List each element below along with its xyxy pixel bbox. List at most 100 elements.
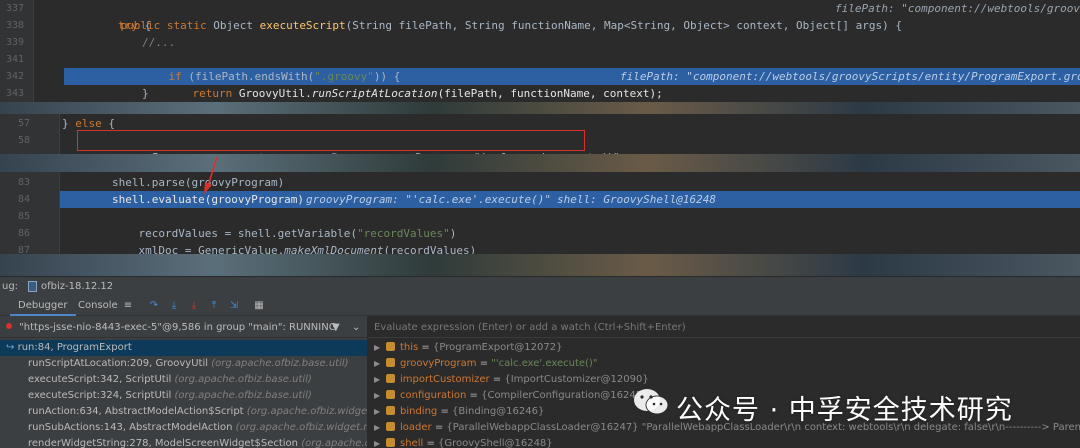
code-line-339[interactable]: //... bbox=[142, 34, 175, 51]
frames-panel: "https-jsse-nio-8443-exec-5"@9,586 in gr… bbox=[0, 316, 368, 448]
filter-icon[interactable]: ▼ bbox=[332, 318, 340, 338]
frame-package: (org.apache.ofbiz.base.util) bbox=[211, 358, 349, 369]
watermark-text: 公众号 · 中孚安全技术研究 bbox=[676, 395, 1013, 426]
line-number: 86 bbox=[17, 228, 30, 239]
background-strip bbox=[0, 102, 1080, 114]
frame-row[interactable]: renderWidgetString:278, ModelScreenWidge… bbox=[0, 436, 367, 448]
code-line-85[interactable]: recordValues = shell.getVariable("record… bbox=[112, 208, 457, 240]
tab-console[interactable]: Console bbox=[70, 296, 126, 316]
variable-row[interactable]: ▶ importCustomizer = {ImportCustomizer@12… bbox=[368, 372, 1080, 388]
editor-panel-script-util: 337 338 339 341 342 343 public static Ob… bbox=[0, 0, 1080, 102]
variable-value: {ImportCustomizer@12090} bbox=[504, 374, 649, 385]
frame-row[interactable]: runScriptAtLocation:209, GroovyUtil (org… bbox=[0, 356, 367, 372]
expand-arrow-icon[interactable]: ▶ bbox=[374, 356, 382, 372]
run-config-icon bbox=[28, 281, 37, 292]
frame-name: renderWidgetString:278, ModelScreenWidge… bbox=[28, 438, 298, 448]
session-prefix: ug: bbox=[2, 281, 19, 292]
variables-panel: Evaluate expression (Enter) or add a wat… bbox=[368, 316, 1080, 448]
field-icon bbox=[386, 438, 395, 447]
chevron-down-icon[interactable]: ⌄ bbox=[352, 318, 360, 338]
background-strip bbox=[0, 154, 1080, 172]
frame-row[interactable]: ↪ run:84, ProgramExport bbox=[0, 340, 367, 356]
frame-row[interactable]: runAction:634, AbstractModelAction$Scrip… bbox=[0, 404, 367, 420]
code-line-341[interactable]: if (filePath.endsWith(".groovy")) { bbox=[142, 51, 401, 83]
editor-panel-program-export: 57 58 } else { groovyProgram = parameter… bbox=[0, 114, 1080, 154]
expand-arrow-icon[interactable]: ▶ bbox=[374, 420, 382, 436]
debug-session-tab[interactable]: ofbiz-18.12.12 bbox=[41, 281, 113, 292]
code-line-86[interactable]: xmlDoc = GenericValue.makeXmlDocument(re… bbox=[112, 225, 477, 254]
frame-name: executeScript:342, ScriptUtil bbox=[28, 374, 172, 385]
variable-row[interactable]: ▶ this = {ProgramExport@12072} bbox=[368, 340, 1080, 356]
annotation-box bbox=[77, 130, 585, 151]
frame-name: runAction:634, AbstractModelAction$Scrip… bbox=[28, 406, 244, 417]
debug-session-bar: ug: ofbiz-18.12.12 bbox=[0, 276, 1080, 296]
line-number: 338 bbox=[5, 20, 24, 31]
variable-row[interactable]: ▶ shell = {GroovyShell@16248} bbox=[368, 436, 1080, 448]
frame-package: (org.apache.ofbiz.base.util) bbox=[174, 374, 312, 385]
variable-value: "'calc.exe'.execute()" bbox=[491, 358, 598, 369]
expand-arrow-icon[interactable]: ▶ bbox=[374, 436, 382, 448]
expand-arrow-icon[interactable]: ▶ bbox=[374, 404, 382, 420]
variable-value: {CompilerConfiguration@16245} bbox=[481, 390, 649, 401]
inline-value-hint: shell: GroovyShell@16248 bbox=[557, 193, 716, 206]
tab-debugger[interactable]: Debugger bbox=[10, 296, 76, 316]
step-out-icon[interactable]: ⤒ bbox=[207, 299, 221, 313]
code-line-83[interactable]: shell.parse(groovyProgram) bbox=[112, 174, 284, 191]
frames-menu-icon[interactable]: ≡ bbox=[121, 299, 135, 313]
frame-name: run:84, ProgramExport bbox=[17, 342, 132, 353]
frame-name: runScriptAtLocation:209, GroovyUtil bbox=[28, 358, 208, 369]
step-over-icon[interactable]: ↷ bbox=[147, 299, 161, 313]
frame-package: (org.apache.ofbiz.widg bbox=[301, 438, 367, 448]
field-icon bbox=[386, 342, 395, 351]
step-into-icon[interactable]: ⤓ bbox=[167, 299, 181, 313]
inline-value-hint: filePath: "component://webtools/groovySc… bbox=[620, 70, 1080, 83]
line-number: 83 bbox=[17, 177, 30, 188]
variable-value: {Binding@16246} bbox=[452, 406, 545, 417]
field-icon bbox=[386, 406, 395, 415]
expand-arrow-icon[interactable]: ▶ bbox=[374, 388, 382, 404]
frame-package: (org.apache.ofbiz.widget.model) bbox=[246, 406, 368, 417]
frame-row[interactable]: executeScript:324, ScriptUtil (org.apach… bbox=[0, 388, 367, 404]
variable-name: groovyProgram bbox=[400, 358, 477, 369]
run-to-cursor-icon[interactable]: ⇲ bbox=[227, 299, 241, 313]
evaluate-expression-input[interactable]: Evaluate expression (Enter) or add a wat… bbox=[368, 318, 1080, 338]
thread-status-icon bbox=[6, 323, 12, 329]
variable-name: this bbox=[400, 342, 419, 353]
inline-value-hint: filePath: "component://webtools/groovySc bbox=[835, 2, 1080, 15]
line-number: 85 bbox=[17, 211, 30, 222]
thread-name: "https-jsse-nio-8443-exec-5"@9,586 in gr… bbox=[19, 322, 337, 333]
evaluate-expression-icon[interactable]: ▦ bbox=[252, 299, 266, 313]
frame-package: (org.apache.ofbiz.widget.model) bbox=[235, 422, 367, 433]
line-number: 343 bbox=[5, 88, 24, 99]
variable-row[interactable]: ▶ groovyProgram = "'calc.exe'.execute()" bbox=[368, 356, 1080, 372]
thread-selector[interactable]: "https-jsse-nio-8443-exec-5"@9,586 in gr… bbox=[0, 318, 367, 338]
field-icon bbox=[386, 374, 395, 383]
variable-name: configuration bbox=[400, 390, 467, 401]
wechat-logo-icon bbox=[634, 389, 669, 415]
expand-arrow-icon[interactable]: ▶ bbox=[374, 372, 382, 388]
expand-arrow-icon[interactable]: ▶ bbox=[374, 340, 382, 356]
variable-name: binding bbox=[400, 406, 438, 417]
frame-name: executeScript:324, ScriptUtil bbox=[28, 390, 172, 401]
debugger-toolbar: Debugger Console ≡ ↷ ⤓ ⤓ ⤒ ⇲ ▦ bbox=[0, 296, 1080, 316]
background-strip bbox=[0, 254, 1080, 276]
code-line-342[interactable]: return GroovyUtil.runScriptAtLocation(fi… bbox=[166, 68, 663, 100]
variable-name: importCustomizer bbox=[400, 374, 490, 385]
line-number: 339 bbox=[5, 37, 24, 48]
editor-panel-program-export-evaluate: 83 84 85 86 87 shell.parse(groovyProgram… bbox=[0, 172, 1080, 254]
line-number: 57 bbox=[17, 118, 30, 129]
code-line-338[interactable]: try { bbox=[118, 17, 151, 34]
return-arrow-icon: ↪ bbox=[6, 342, 15, 353]
frame-row[interactable]: runSubActions:143, AbstractModelAction (… bbox=[0, 420, 367, 436]
frame-row[interactable]: executeScript:342, ScriptUtil (org.apach… bbox=[0, 372, 367, 388]
field-icon bbox=[386, 422, 395, 431]
code-line-87[interactable]: context.put("xmlDoc", xmlDoc) bbox=[112, 242, 331, 254]
code-line-337[interactable]: public static Object executeScript(Strin… bbox=[94, 0, 902, 32]
inline-value-hint: groovyProgram: "'calc.exe'.execute()" bbox=[306, 193, 552, 206]
code-line-343[interactable]: } bbox=[142, 85, 149, 102]
field-icon bbox=[386, 390, 395, 399]
line-number: 84 bbox=[17, 194, 30, 205]
variable-name: loader bbox=[400, 422, 432, 433]
force-step-into-icon[interactable]: ⤓ bbox=[187, 299, 201, 313]
code-line-84[interactable]: shell.evaluate(groovyProgram) bbox=[112, 191, 304, 208]
